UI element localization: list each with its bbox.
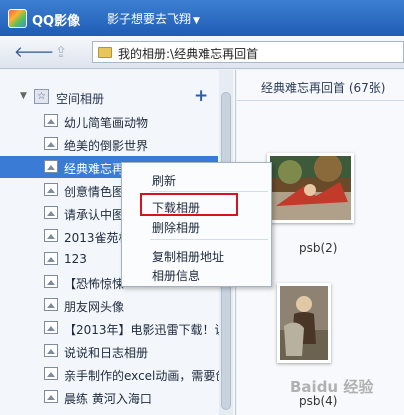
album-label: 说说和日志相册 (64, 346, 149, 360)
album-label: 【2013年】电影迅雷下载！说 (64, 323, 227, 337)
album-icon (44, 229, 58, 242)
album-icon (44, 206, 58, 219)
sidebar-item-album[interactable]: 【2013年】电影迅雷下载！说 (0, 317, 227, 339)
menu-item-album-info[interactable]: 相册信息 (122, 264, 271, 284)
sidebar-item-album[interactable]: 绝美的倒影世界 (0, 133, 218, 155)
menu-separator (150, 191, 268, 192)
title-bar: QQ影像 影子想要去飞翔 ▼ (0, 0, 404, 36)
divider (237, 100, 404, 101)
folder-icon (98, 47, 112, 58)
album-label: 创意情色图 (64, 185, 125, 199)
user-name: 影子想要去飞翔 (107, 12, 192, 26)
album-icon (44, 275, 58, 288)
album-icon (44, 183, 58, 196)
photo-label: psb(2) (299, 241, 338, 255)
photo-image (280, 286, 328, 360)
menu-item-copy-album-url[interactable]: 复制相册地址 (122, 245, 271, 265)
album-icon (44, 390, 58, 403)
path-text: 我的相册:\经典难忘再回首 (118, 47, 259, 61)
add-album-button[interactable]: + (194, 86, 208, 106)
chevron-down-icon: ▼ (193, 16, 200, 26)
album-icon (44, 367, 58, 380)
highlight-annotation (140, 193, 238, 216)
path-field[interactable]: 我的相册:\经典难忘再回首 (92, 41, 404, 63)
watermark: Baidu 经验 (290, 378, 374, 396)
album-label: 请承认中图 (64, 208, 125, 222)
menu-item-delete-album[interactable]: 删除相册 (122, 216, 271, 236)
upload-icon[interactable]: ⇪ (51, 43, 71, 61)
album-icon (44, 298, 58, 311)
user-menu[interactable]: 影子想要去飞翔 ▼ (107, 10, 200, 27)
photo-thumbnail[interactable] (277, 283, 331, 363)
sidebar-item-album[interactable]: 朋友网头像 (0, 294, 218, 316)
menu-item-label: 复制相册地址 (152, 250, 225, 264)
expand-triangle-icon[interactable]: ▼ (20, 91, 27, 101)
photo-image (270, 156, 351, 220)
album-label: 亲手制作的excel动画，需要创 (64, 369, 228, 383)
album-label: 幼儿简笔画动物 (64, 116, 149, 130)
album-icon (44, 114, 58, 127)
album-label: 123 (64, 252, 87, 266)
menu-item-refresh[interactable]: 刷新 (122, 169, 271, 189)
sidebar-item-album[interactable]: 说说和日志相册 (0, 340, 218, 362)
album-label: 晨练 黄河入海口 (64, 392, 152, 406)
sidebar-item-album[interactable]: 幼儿简笔画动物 (0, 110, 218, 132)
menu-item-label: 刷新 (152, 174, 177, 188)
app-name: QQ影像 (32, 14, 81, 29)
app-logo-icon (8, 9, 27, 28)
album-label: 绝美的倒影世界 (64, 139, 149, 153)
tree-root-space-albums[interactable]: ▼ ☆ 空间相册 + (0, 86, 218, 108)
menu-separator (150, 239, 268, 240)
star-icon: ☆ (34, 89, 49, 104)
toolbar: 🡐 ⇪ 我的相册:\经典难忘再回首 (0, 36, 404, 69)
album-icon (44, 344, 58, 357)
menu-item-label: 相册信息 (152, 269, 201, 283)
sidebar-item-album[interactable]: 亲手制作的excel动画，需要创 (0, 363, 227, 385)
context-menu: 刷新 下载相册 删除相册 复制相册地址 相册信息 (121, 162, 272, 287)
tree-root-label: 空间相册 (56, 92, 105, 106)
back-arrow-icon[interactable]: 🡐 (14, 43, 54, 61)
photo-thumbnail[interactable] (267, 153, 354, 223)
album-icon (44, 321, 58, 334)
album-icon (44, 137, 58, 150)
album-icon (44, 252, 58, 265)
album-label: 【恐怖惊悚 (64, 277, 125, 291)
album-label: 朋友网头像 (64, 300, 125, 314)
album-title: 经典难忘再回首 (67张) (261, 81, 386, 95)
sidebar-item-album[interactable]: 晨练 黄河入海口 (0, 386, 218, 408)
menu-item-label: 删除相册 (152, 221, 201, 235)
album-icon (44, 160, 58, 173)
